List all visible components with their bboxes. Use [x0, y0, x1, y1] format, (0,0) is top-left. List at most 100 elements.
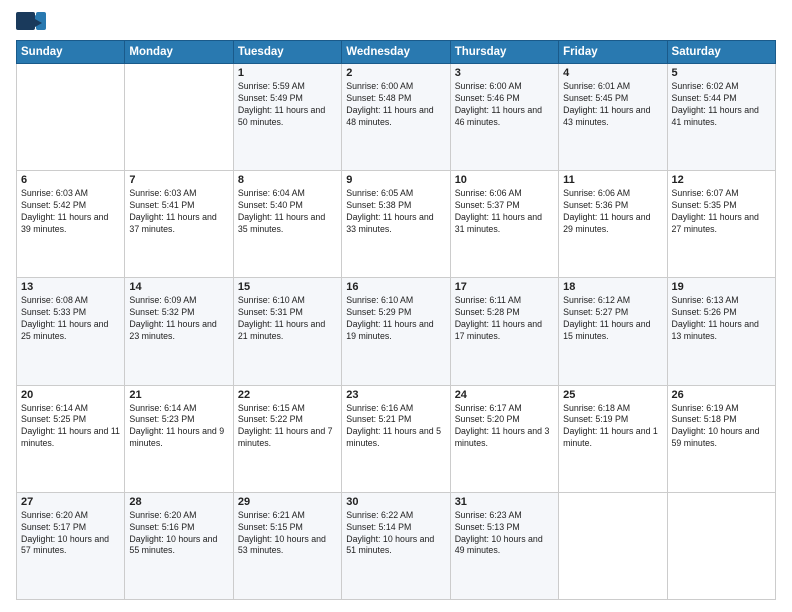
calendar-cell: 23 Sunrise: 6:16 AM Sunset: 5:21 PM Dayli… — [342, 385, 450, 492]
calendar-cell: 12 Sunrise: 6:07 AM Sunset: 5:35 PM Dayli… — [667, 171, 775, 278]
day-info: Sunrise: 6:19 AM Sunset: 5:18 PM Dayligh… — [672, 403, 771, 451]
calendar-cell: 2 Sunrise: 6:00 AM Sunset: 5:48 PM Daylig… — [342, 64, 450, 171]
calendar-cell: 27 Sunrise: 6:20 AM Sunset: 5:17 PM Dayli… — [17, 492, 125, 599]
day-info: Sunrise: 6:14 AM Sunset: 5:23 PM Dayligh… — [129, 403, 228, 451]
day-info: Sunrise: 6:12 AM Sunset: 5:27 PM Dayligh… — [563, 295, 662, 343]
day-number: 6 — [21, 174, 120, 186]
calendar-cell: 13 Sunrise: 6:08 AM Sunset: 5:33 PM Dayli… — [17, 278, 125, 385]
day-number: 13 — [21, 281, 120, 293]
calendar-week-2: 6 Sunrise: 6:03 AM Sunset: 5:42 PM Daylig… — [17, 171, 776, 278]
day-info: Sunrise: 6:17 AM Sunset: 5:20 PM Dayligh… — [455, 403, 554, 451]
calendar-cell — [17, 64, 125, 171]
day-info: Sunrise: 6:11 AM Sunset: 5:28 PM Dayligh… — [455, 295, 554, 343]
calendar-cell: 9 Sunrise: 6:05 AM Sunset: 5:38 PM Daylig… — [342, 171, 450, 278]
calendar-cell: 8Sunrise: 6:04 AM Sunset: 5:40 PM Daylig… — [233, 171, 341, 278]
day-info: Sunrise: 6:06 AM Sunset: 5:37 PM Dayligh… — [455, 188, 554, 236]
calendar-cell: 28 Sunrise: 6:20 AM Sunset: 5:16 PM Dayli… — [125, 492, 233, 599]
day-number: 11 — [563, 174, 662, 186]
day-number: 20 — [21, 389, 120, 401]
day-number: 15 — [238, 281, 337, 293]
day-number: 23 — [346, 389, 445, 401]
calendar-cell: 11 Sunrise: 6:06 AM Sunset: 5:36 PM Dayli… — [559, 171, 667, 278]
col-header-sunday: Sunday — [17, 41, 125, 64]
day-number: 18 — [563, 281, 662, 293]
calendar-cell: 18 Sunrise: 6:12 AM Sunset: 5:27 PM Dayli… — [559, 278, 667, 385]
col-header-thursday: Thursday — [450, 41, 558, 64]
day-number: 26 — [672, 389, 771, 401]
calendar-cell — [559, 492, 667, 599]
day-info: Sunrise: 6:14 AM Sunset: 5:25 PM Dayligh… — [21, 403, 120, 451]
calendar-week-3: 13 Sunrise: 6:08 AM Sunset: 5:33 PM Dayli… — [17, 278, 776, 385]
day-number: 5 — [672, 67, 771, 79]
day-info: Sunrise: 6:03 AM Sunset: 5:42 PM Dayligh… — [21, 188, 120, 236]
day-info: Sunrise: 6:18 AM Sunset: 5:19 PM Dayligh… — [563, 403, 662, 451]
day-info: Sunrise: 6:02 AM Sunset: 5:44 PM Dayligh… — [672, 81, 771, 129]
day-number: 2 — [346, 67, 445, 79]
day-number: 7 — [129, 174, 228, 186]
calendar-cell: 6 Sunrise: 6:03 AM Sunset: 5:42 PM Daylig… — [17, 171, 125, 278]
calendar-cell: 25 Sunrise: 6:18 AM Sunset: 5:19 PM Dayli… — [559, 385, 667, 492]
day-info: Sunrise: 6:20 AM Sunset: 5:16 PM Dayligh… — [129, 510, 228, 558]
col-header-friday: Friday — [559, 41, 667, 64]
day-info: Sunrise: 5:59 AM Sunset: 5:49 PM Dayligh… — [238, 81, 337, 129]
calendar-cell: 24 Sunrise: 6:17 AM Sunset: 5:20 PM Dayli… — [450, 385, 558, 492]
calendar-cell — [125, 64, 233, 171]
col-header-tuesday: Tuesday — [233, 41, 341, 64]
day-number: 27 — [21, 496, 120, 508]
calendar-cell — [667, 492, 775, 599]
day-number: 31 — [455, 496, 554, 508]
day-number: 24 — [455, 389, 554, 401]
day-info: Sunrise: 6:08 AM Sunset: 5:33 PM Dayligh… — [21, 295, 120, 343]
calendar-cell: 5 Sunrise: 6:02 AM Sunset: 5:44 PM Daylig… — [667, 64, 775, 171]
day-info: Sunrise: 6:03 AM Sunset: 5:41 PM Dayligh… — [129, 188, 228, 236]
day-info: Sunrise: 6:05 AM Sunset: 5:38 PM Dayligh… — [346, 188, 445, 236]
day-number: 12 — [672, 174, 771, 186]
day-info: Sunrise: 6:04 AM Sunset: 5:40 PM Dayligh… — [238, 188, 337, 236]
day-info: Sunrise: 6:06 AM Sunset: 5:36 PM Dayligh… — [563, 188, 662, 236]
calendar-cell: 21 Sunrise: 6:14 AM Sunset: 5:23 PM Dayli… — [125, 385, 233, 492]
day-number: 9 — [346, 174, 445, 186]
day-number: 21 — [129, 389, 228, 401]
calendar-week-4: 20 Sunrise: 6:14 AM Sunset: 5:25 PM Dayli… — [17, 385, 776, 492]
day-info: Sunrise: 6:20 AM Sunset: 5:17 PM Dayligh… — [21, 510, 120, 558]
col-header-saturday: Saturday — [667, 41, 775, 64]
day-info: Sunrise: 6:21 AM Sunset: 5:15 PM Dayligh… — [238, 510, 337, 558]
calendar-cell: 22Sunrise: 6:15 AM Sunset: 5:22 PM Dayli… — [233, 385, 341, 492]
day-number: 25 — [563, 389, 662, 401]
day-number: 30 — [346, 496, 445, 508]
calendar-header-row: SundayMondayTuesdayWednesdayThursdayFrid… — [17, 41, 776, 64]
calendar-cell: 20 Sunrise: 6:14 AM Sunset: 5:25 PM Dayli… — [17, 385, 125, 492]
calendar-cell: 7 Sunrise: 6:03 AM Sunset: 5:41 PM Daylig… — [125, 171, 233, 278]
logo — [16, 12, 46, 32]
day-number: 16 — [346, 281, 445, 293]
calendar-table: SundayMondayTuesdayWednesdayThursdayFrid… — [16, 40, 776, 600]
calendar-cell: 31Sunrise: 6:23 AM Sunset: 5:13 PM Dayli… — [450, 492, 558, 599]
header — [16, 12, 776, 32]
day-info: Sunrise: 6:07 AM Sunset: 5:35 PM Dayligh… — [672, 188, 771, 236]
day-info: Sunrise: 6:01 AM Sunset: 5:45 PM Dayligh… — [563, 81, 662, 129]
day-number: 29 — [238, 496, 337, 508]
day-number: 28 — [129, 496, 228, 508]
day-number: 10 — [455, 174, 554, 186]
day-info: Sunrise: 6:00 AM Sunset: 5:48 PM Dayligh… — [346, 81, 445, 129]
day-number: 1 — [238, 67, 337, 79]
calendar-cell: 17Sunrise: 6:11 AM Sunset: 5:28 PM Dayli… — [450, 278, 558, 385]
day-number: 3 — [455, 67, 554, 79]
calendar-cell: 29 Sunrise: 6:21 AM Sunset: 5:15 PM Dayli… — [233, 492, 341, 599]
logo-svg — [16, 12, 46, 30]
col-header-monday: Monday — [125, 41, 233, 64]
day-number: 4 — [563, 67, 662, 79]
calendar-cell: 19Sunrise: 6:13 AM Sunset: 5:26 PM Dayli… — [667, 278, 775, 385]
page: SundayMondayTuesdayWednesdayThursdayFrid… — [0, 0, 792, 612]
calendar-cell: 4 Sunrise: 6:01 AM Sunset: 5:45 PM Daylig… — [559, 64, 667, 171]
day-info: Sunrise: 6:09 AM Sunset: 5:32 PM Dayligh… — [129, 295, 228, 343]
calendar-cell: 3 Sunrise: 6:00 AM Sunset: 5:46 PM Daylig… — [450, 64, 558, 171]
calendar-week-5: 27 Sunrise: 6:20 AM Sunset: 5:17 PM Dayli… — [17, 492, 776, 599]
day-info: Sunrise: 6:00 AM Sunset: 5:46 PM Dayligh… — [455, 81, 554, 129]
day-number: 19 — [672, 281, 771, 293]
day-number: 14 — [129, 281, 228, 293]
calendar-cell: 1 Sunrise: 5:59 AM Sunset: 5:49 PM Daylig… — [233, 64, 341, 171]
day-info: Sunrise: 6:16 AM Sunset: 5:21 PM Dayligh… — [346, 403, 445, 451]
calendar-cell: 15Sunrise: 6:10 AM Sunset: 5:31 PM Dayli… — [233, 278, 341, 385]
calendar-cell: 10 Sunrise: 6:06 AM Sunset: 5:37 PM Dayli… — [450, 171, 558, 278]
